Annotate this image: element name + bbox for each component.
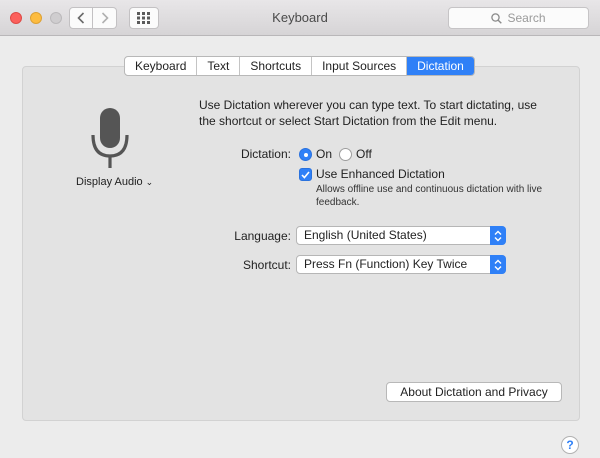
back-button[interactable] <box>69 7 93 29</box>
tab-input-sources[interactable]: Input Sources <box>312 57 408 75</box>
dictation-on-label: On <box>316 147 333 161</box>
tab-keyboard[interactable]: Keyboard <box>125 57 198 75</box>
enhanced-dictation-label: Use Enhanced Dictation <box>316 167 445 181</box>
title-bar: Keyboard Search <box>0 0 600 36</box>
about-dictation-privacy-button[interactable]: About Dictation and Privacy <box>386 382 562 402</box>
language-select[interactable]: English (United States) <box>296 226 506 245</box>
dictation-intro-text: Use Dictation wherever you can type text… <box>199 98 537 128</box>
microphone-icon <box>91 108 129 168</box>
tab-bar: Keyboard Text Shortcuts Input Sources Di… <box>124 56 475 76</box>
zoom-window-button[interactable] <box>50 12 62 24</box>
forward-button[interactable] <box>93 7 117 29</box>
close-window-button[interactable] <box>10 12 22 24</box>
grid-icon <box>137 12 150 24</box>
show-all-button[interactable] <box>129 7 159 29</box>
shortcut-label: Shortcut: <box>242 258 291 272</box>
checkmark-icon <box>301 170 310 179</box>
search-icon <box>491 12 503 24</box>
chevron-right-icon <box>101 12 109 24</box>
audio-source-dropdown[interactable]: Display Audio ⌄ <box>76 176 153 188</box>
audio-source-label: Display Audio <box>76 176 143 188</box>
search-input[interactable]: Search <box>448 7 589 29</box>
dictation-on-radio[interactable] <box>299 148 312 161</box>
updown-arrows-icon <box>490 255 506 274</box>
search-placeholder: Search <box>507 11 546 25</box>
minimize-window-button[interactable] <box>30 12 42 24</box>
tab-dictation[interactable]: Dictation <box>407 57 474 75</box>
enhanced-dictation-description: Allows offline use and continuous dictat… <box>316 184 543 208</box>
updown-arrows-icon <box>490 226 506 245</box>
tab-text[interactable]: Text <box>197 57 241 75</box>
shortcut-value: Press Fn (Function) Key Twice <box>304 257 468 271</box>
language-value: English (United States) <box>304 228 427 242</box>
shortcut-select[interactable]: Press Fn (Function) Key Twice <box>296 255 506 274</box>
language-label: Language: <box>234 229 291 243</box>
dictation-off-radio[interactable] <box>339 148 352 161</box>
dictation-off-label: Off <box>356 147 372 161</box>
chevron-left-icon <box>77 12 85 24</box>
chevron-down-icon: ⌄ <box>145 176 154 187</box>
tab-shortcuts[interactable]: Shortcuts <box>240 57 313 75</box>
enhanced-dictation-checkbox[interactable] <box>299 168 312 181</box>
help-button[interactable]: ? <box>561 436 579 454</box>
dictation-label: Dictation: <box>240 147 291 161</box>
